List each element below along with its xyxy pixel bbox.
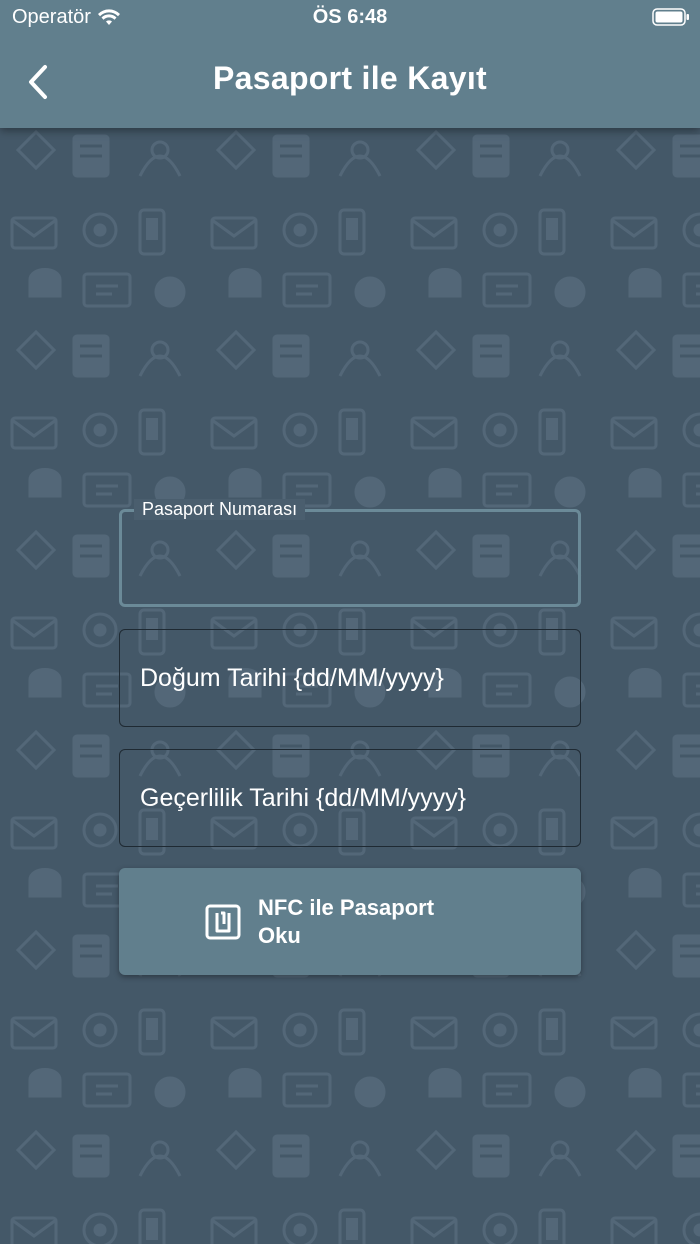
nfc-read-passport-button[interactable]: NFC ile Pasaport Oku xyxy=(119,868,581,975)
nfc-button-label: NFC ile Pasaport Oku xyxy=(258,894,478,950)
birth-date-field xyxy=(119,629,581,727)
nfc-button-label-line1: NFC ile Pasaport xyxy=(258,895,435,920)
birth-date-input[interactable] xyxy=(120,630,580,726)
status-bar: Operatör ÖS 6:48 xyxy=(0,0,700,36)
status-time: ÖS 6:48 xyxy=(312,6,388,28)
expiry-date-field xyxy=(119,749,581,847)
page-title: Pasaport ile Kayıt xyxy=(213,60,487,96)
expiry-date-input[interactable] xyxy=(120,750,580,846)
battery-icon xyxy=(652,8,689,26)
nfc-icon xyxy=(205,904,241,940)
background-pattern xyxy=(0,0,700,1244)
nfc-button-label-line2: Oku xyxy=(258,923,301,948)
passport-number-input[interactable] xyxy=(122,512,578,604)
navigation-bar: Pasaport ile Kayıt xyxy=(0,36,700,128)
passport-number-field: Pasaport Numarası xyxy=(119,499,581,607)
